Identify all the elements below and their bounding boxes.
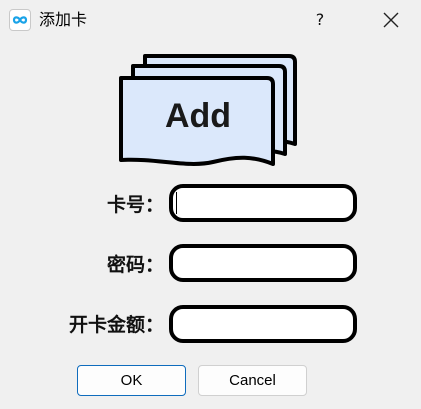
close-icon — [383, 12, 399, 28]
opening-amount-label: 开卡金额： — [68, 314, 164, 336]
password-field[interactable] — [169, 244, 357, 282]
card-number-label: 卡号： — [106, 194, 164, 216]
text-caret — [176, 192, 177, 214]
ok-button[interactable]: OK — [77, 365, 186, 396]
cancel-button[interactable]: Cancel — [198, 365, 307, 396]
add-card-dialog: 添加卡 ? Add 卡号： 密码： 开卡金额： OK Cancel — [0, 0, 421, 409]
add-graphic-label: Add — [164, 97, 232, 135]
card-number-field[interactable] — [169, 184, 357, 222]
password-label: 密码： — [106, 254, 164, 276]
title-bar: 添加卡 ? — [0, 0, 421, 40]
window-title: 添加卡 — [39, 10, 88, 29]
help-button[interactable]: ? — [300, 4, 340, 36]
infinity-icon — [9, 9, 31, 31]
opening-amount-field[interactable] — [169, 305, 357, 343]
close-button[interactable] — [371, 4, 411, 36]
